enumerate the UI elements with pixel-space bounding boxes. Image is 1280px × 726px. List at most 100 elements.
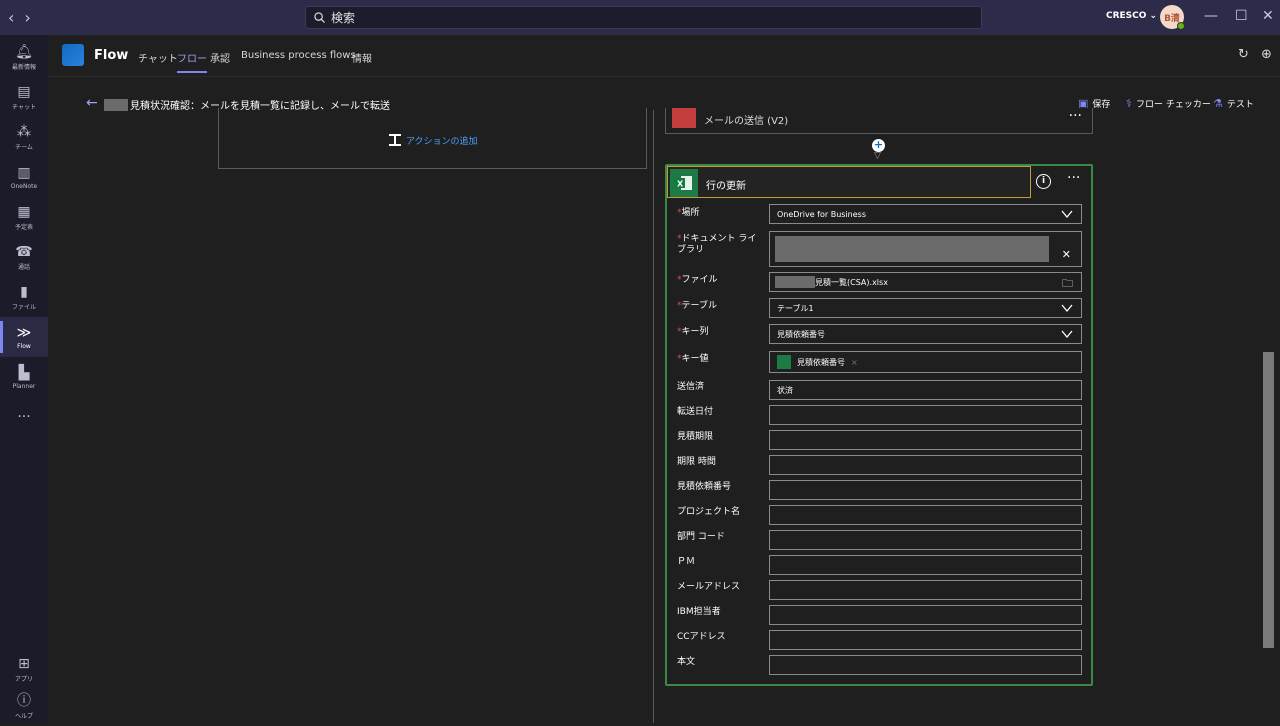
file-icon: ▮ bbox=[20, 283, 28, 300]
presence-available-icon bbox=[1177, 22, 1185, 30]
field-label: *キー列 bbox=[677, 327, 765, 338]
rail-item-planner[interactable]: ▙ Planner bbox=[0, 357, 48, 397]
rail-item-activity[interactable]: 🔔︎ 最新情報 bbox=[0, 37, 48, 77]
rail-item-help[interactable]: ⓘ ヘルプ bbox=[0, 686, 48, 726]
redacted-block bbox=[775, 236, 1049, 262]
field-label: プロジェクト名 bbox=[677, 507, 765, 518]
rail-item-teams[interactable]: ⁂ チーム bbox=[0, 117, 48, 157]
avatar[interactable]: B清 bbox=[1160, 5, 1185, 30]
send-email-card[interactable]: メールの送信 (V2) ··· bbox=[665, 108, 1093, 134]
send-email-card-title: メールの送信 (V2) bbox=[704, 116, 789, 127]
more-options-icon[interactable]: ··· bbox=[1069, 108, 1082, 124]
field-label-text: 送信済 bbox=[677, 382, 705, 392]
rail-item-calls[interactable]: ☎︎ 通話 bbox=[0, 237, 48, 277]
info-icon[interactable]: i bbox=[1036, 174, 1051, 189]
field-value: 見積一覧(CSA).xlsx bbox=[815, 277, 888, 287]
more-options-icon[interactable]: ··· bbox=[1067, 170, 1080, 186]
rail-item-calendar[interactable]: ▦ 予定表 bbox=[0, 197, 48, 237]
refresh-icon[interactable]: ↻ bbox=[1238, 47, 1249, 62]
field-label: 見積依頼番号 bbox=[677, 482, 765, 493]
field-input[interactable] bbox=[769, 455, 1082, 475]
field-input[interactable]: ✕ bbox=[769, 231, 1082, 267]
field-label: 送信済 bbox=[677, 382, 765, 393]
field-label-text: ドキュメント ライブラリ bbox=[677, 234, 757, 255]
search-input[interactable]: 検索 bbox=[305, 6, 982, 29]
field-label: IBM担当者 bbox=[677, 607, 765, 618]
dynamic-content-token[interactable]: 見積依頼番号 × bbox=[777, 355, 858, 369]
field-label-text: テーブル bbox=[681, 301, 717, 311]
field-label: CCアドレス bbox=[677, 632, 765, 643]
onenote-icon: ▥ bbox=[17, 164, 31, 181]
rail-more-button[interactable]: ··· bbox=[0, 397, 48, 437]
flow-checker-button[interactable]: ⚕ フロー チェッカー bbox=[1126, 97, 1211, 110]
field-label-text: ＰＭ bbox=[677, 557, 696, 567]
field-input[interactable]: 状済 bbox=[769, 380, 1082, 400]
branch-divider bbox=[653, 110, 654, 723]
tab-business-process-flows[interactable]: Business process flows bbox=[241, 50, 356, 61]
chevron-down-icon[interactable] bbox=[1061, 302, 1073, 314]
field-label-text: IBM担当者 bbox=[677, 607, 721, 617]
help-icon: ⓘ bbox=[17, 692, 31, 709]
remove-token-icon[interactable]: × bbox=[851, 358, 858, 367]
field-input[interactable] bbox=[769, 605, 1082, 625]
test-button[interactable]: ⚗ テスト bbox=[1213, 97, 1254, 110]
flow-logo-icon bbox=[62, 44, 84, 66]
field-label: 見積期限 bbox=[677, 432, 765, 443]
field-label: 転送日付 bbox=[677, 407, 765, 418]
chevron-down-icon[interactable] bbox=[1061, 208, 1073, 220]
back-arrow-icon[interactable]: ‹ bbox=[8, 8, 14, 27]
scrollbar-thumb[interactable] bbox=[1263, 352, 1274, 648]
field-input[interactable] bbox=[769, 530, 1082, 550]
chevron-down-icon[interactable] bbox=[1061, 328, 1073, 340]
field-input[interactable] bbox=[769, 630, 1082, 650]
clear-icon[interactable]: ✕ bbox=[1062, 248, 1071, 261]
svg-text:X: X bbox=[677, 180, 684, 189]
rail-item-chat[interactable]: ▤ チャット bbox=[0, 77, 48, 117]
field-input[interactable] bbox=[769, 655, 1082, 675]
field-dropdown[interactable]: テーブル1 bbox=[769, 298, 1082, 318]
folder-icon[interactable]: 🗀︎ bbox=[1062, 275, 1073, 294]
forward-arrow-icon[interactable]: › bbox=[24, 8, 30, 27]
field-input[interactable]: 見積一覧(CSA).xlsx 🗀︎ bbox=[769, 272, 1082, 292]
tab-info[interactable]: 情報 bbox=[352, 50, 372, 65]
search-icon bbox=[314, 12, 325, 23]
field-input[interactable] bbox=[769, 480, 1082, 500]
arrow-down-icon: ▽ bbox=[874, 151, 881, 161]
card-header[interactable]: X 行の更新 bbox=[667, 166, 1031, 198]
add-action-button[interactable]: アクションの追加 bbox=[388, 133, 478, 147]
rail-item-apps[interactable]: ⊞ アプリ bbox=[0, 649, 48, 689]
field-label-text: 見積依頼番号 bbox=[677, 482, 732, 492]
field-input[interactable] bbox=[769, 430, 1082, 450]
field-label: *テーブル bbox=[677, 301, 765, 312]
field-input[interactable] bbox=[769, 580, 1082, 600]
field-dropdown[interactable]: 見積依頼番号 bbox=[769, 324, 1082, 344]
field-label-text: 見積期限 bbox=[677, 432, 714, 442]
teams-icon: ⁂ bbox=[17, 123, 31, 140]
field-dropdown[interactable]: OneDrive for Business bbox=[769, 204, 1082, 224]
field-input[interactable] bbox=[769, 405, 1082, 425]
tenant-switcher[interactable]: CRESCO ⌄ bbox=[1106, 11, 1157, 21]
token-label: 見積依頼番号 bbox=[797, 357, 845, 367]
globe-icon[interactable]: ⊕ bbox=[1261, 47, 1272, 62]
close-icon[interactable]: ✕ bbox=[1262, 8, 1274, 24]
minimize-icon[interactable]: — bbox=[1204, 8, 1218, 24]
app-title: Flow bbox=[94, 48, 129, 63]
tab-flows[interactable]: フロー bbox=[177, 50, 207, 73]
field-label: *ドキュメント ライブラリ bbox=[677, 234, 765, 256]
field-input[interactable] bbox=[769, 555, 1082, 575]
field-label: *場所 bbox=[677, 208, 765, 219]
field-input[interactable] bbox=[769, 505, 1082, 525]
maximize-icon[interactable]: ☐ bbox=[1235, 8, 1248, 24]
tab-chat[interactable]: チャット bbox=[138, 50, 178, 65]
rail-item-flow[interactable]: ≫ Flow bbox=[0, 317, 48, 357]
field-label: メールアドレス bbox=[677, 582, 765, 593]
field-label-text: 部門 コード bbox=[677, 532, 725, 542]
field-input[interactable]: 見積依頼番号 × bbox=[769, 351, 1082, 373]
back-arrow-icon[interactable]: ← bbox=[86, 95, 98, 111]
rail-item-files[interactable]: ▮ ファイル bbox=[0, 277, 48, 317]
rail-item-onenote[interactable]: ▥ OneNote bbox=[0, 157, 48, 197]
app-header: Flow チャット フロー 承認 Business process flows … bbox=[48, 35, 1280, 77]
tab-approvals[interactable]: 承認 bbox=[210, 50, 230, 65]
card-title: 行の更新 bbox=[706, 181, 746, 192]
outlook-icon bbox=[672, 108, 696, 128]
